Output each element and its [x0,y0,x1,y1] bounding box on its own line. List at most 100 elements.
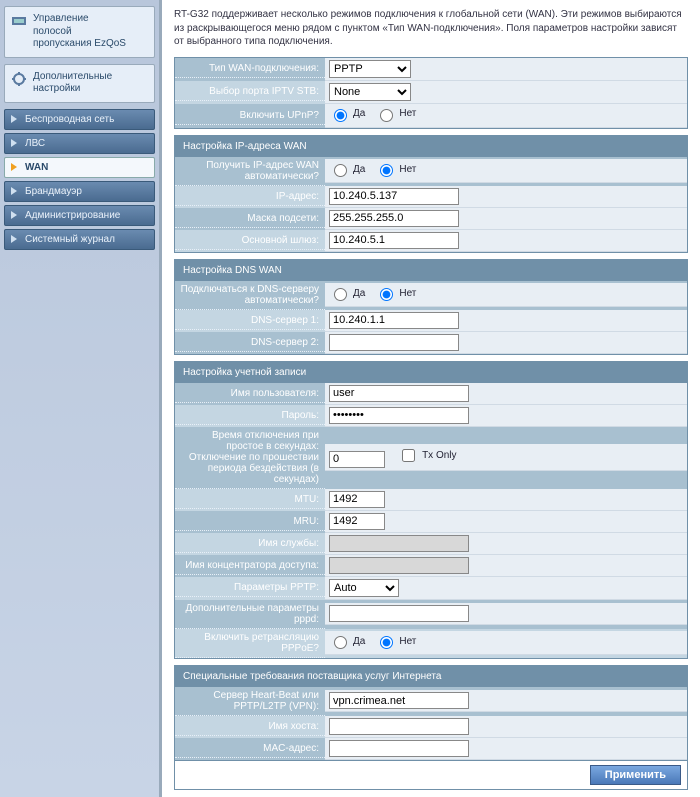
panel-connection: Тип WAN-подключения: PPTP Выбор порта IP… [174,57,688,129]
upnp-label: Включить UPnP? [175,107,325,125]
apply-bar: Применить [174,761,688,790]
dns-auto-label: Подключаться к DNS-серверу автоматически… [175,281,325,310]
txonly-checkbox[interactable] [402,449,415,462]
chevron-right-icon [11,211,17,219]
mtu-label: MTU: [175,491,325,509]
panel-dns: Настройка DNS WAN Подключаться к DNS-сер… [174,259,688,355]
dns2-input[interactable] [329,334,459,351]
pptp-param-select[interactable]: Auto [329,579,399,597]
pppd-extra-input[interactable] [329,605,469,622]
apply-button[interactable]: Применить [590,765,681,785]
ip-auto-yes-radio[interactable] [334,164,347,177]
dns-auto-no[interactable]: Нет [375,285,416,301]
mtu-input[interactable] [329,491,385,508]
upnp-no[interactable]: Нет [375,106,416,122]
panel-ip-title: Настройка IP-адреса WAN [175,136,687,157]
sidebar-adv-l2: настройки [33,83,148,96]
hb-input[interactable] [329,692,469,709]
mac-label: MAC-адрес: [175,740,325,758]
sidebar-item-wireless[interactable]: Беспроводная сеть [4,109,155,130]
sidebar-item-syslog[interactable]: Системный журнал [4,229,155,250]
sidebar-item-wan[interactable]: WAN [4,157,155,178]
host-label: Имя хоста: [175,718,325,736]
pppoe-relay-yes[interactable]: Да [329,633,365,649]
sidebar-ezqos-l2: полосой [33,26,148,39]
dns2-label: DNS-сервер 2: [175,334,325,352]
concentrator-input[interactable] [329,557,469,574]
sidebar-item-label: Беспроводная сеть [25,114,114,125]
service-label: Имя службы: [175,535,325,553]
upnp-yes[interactable]: Да [329,106,365,122]
ip-auto-no[interactable]: Нет [375,161,416,177]
panel-account-title: Настройка учетной записи [175,362,687,383]
chevron-right-icon [11,163,17,171]
wan-type-label: Тип WAN-подключения: [175,60,325,78]
sidebar-ezqos-l1: Управление [33,13,148,26]
mru-input[interactable] [329,513,385,530]
pppoe-relay-yes-radio[interactable] [334,636,347,649]
gw-input[interactable] [329,232,459,249]
sidebar-advanced[interactable]: Дополнительные настройки [4,64,155,103]
upnp-yes-radio[interactable] [334,109,347,122]
gw-label: Основной шлюз: [175,232,325,250]
sidebar-item-lan[interactable]: ЛВС [4,133,155,154]
pass-input[interactable] [329,407,469,424]
dns-auto-yes-radio[interactable] [334,288,347,301]
panel-isp: Специальные требования поставщика услуг … [174,665,688,761]
concentrator-label: Имя концентратора доступа: [175,557,325,575]
iptv-select[interactable]: None [329,83,411,101]
iptv-label: Выбор порта IPTV STB: [175,83,325,101]
pppoe-relay-label: Включить ретрансляцию PPPoE? [175,629,325,658]
pptp-param-label: Параметры PPTP: [175,579,325,597]
pass-label: Пароль: [175,407,325,425]
panel-dns-title: Настройка DNS WAN [175,260,687,281]
panel-isp-title: Специальные требования поставщика услуг … [175,666,687,687]
dns-auto-yes[interactable]: Да [329,285,365,301]
dns-auto-no-radio[interactable] [380,288,393,301]
main-content: RT-G32 поддерживает несколько режимов по… [160,0,700,797]
dns1-label: DNS-сервер 1: [175,312,325,330]
sidebar-ezqos[interactable]: Управление полосой пропускания EzQoS [4,6,155,58]
sidebar: Управление полосой пропускания EzQoS Доп… [0,0,160,797]
txonly-label: Tx Only [422,450,456,461]
dns1-input[interactable] [329,312,459,329]
sidebar-item-label: Брандмауэр [25,186,82,197]
ip-label: IP-адрес: [175,188,325,206]
mask-label: Маска подсети: [175,210,325,228]
sidebar-item-admin[interactable]: Администрирование [4,205,155,226]
mac-input[interactable] [329,740,469,757]
sidebar-ezqos-l3: пропускания EzQoS [33,38,148,51]
ip-input[interactable] [329,188,459,205]
user-label: Имя пользователя: [175,385,325,403]
user-input[interactable] [329,385,469,402]
advanced-icon [11,71,27,87]
ezqos-icon [11,13,27,29]
chevron-right-icon [11,115,17,123]
mask-input[interactable] [329,210,459,227]
ip-auto-label: Получить IP-адрес WAN автоматически? [175,157,325,186]
chevron-right-icon [11,235,17,243]
intro-text: RT-G32 поддерживает несколько режимов по… [174,8,688,49]
service-input[interactable] [329,535,469,552]
chevron-right-icon [11,139,17,147]
sidebar-adv-l1: Дополнительные [33,71,148,84]
sidebar-item-firewall[interactable]: Брандмауэр [4,181,155,202]
chevron-right-icon [11,187,17,195]
idle-input[interactable] [329,451,385,468]
sidebar-item-label: WAN [25,162,48,173]
pppoe-relay-no[interactable]: Нет [375,633,416,649]
sidebar-item-label: Администрирование [25,210,120,221]
idle-label: Время отключения при простое в секундах:… [175,427,325,489]
upnp-no-radio[interactable] [380,109,393,122]
mru-label: MRU: [175,513,325,531]
hb-label: Сервер Heart-Beat или PPTP/L2TP (VPN): [175,687,325,716]
pppoe-relay-no-radio[interactable] [380,636,393,649]
pppd-extra-label: Дополнительные параметры pppd: [175,600,325,629]
panel-ip: Настройка IP-адреса WAN Получить IP-адре… [174,135,688,253]
sidebar-item-label: ЛВС [25,138,45,149]
wan-type-select[interactable]: PPTP [329,60,411,78]
ip-auto-no-radio[interactable] [380,164,393,177]
panel-account: Настройка учетной записи Имя пользовател… [174,361,688,659]
ip-auto-yes[interactable]: Да [329,161,365,177]
host-input[interactable] [329,718,469,735]
